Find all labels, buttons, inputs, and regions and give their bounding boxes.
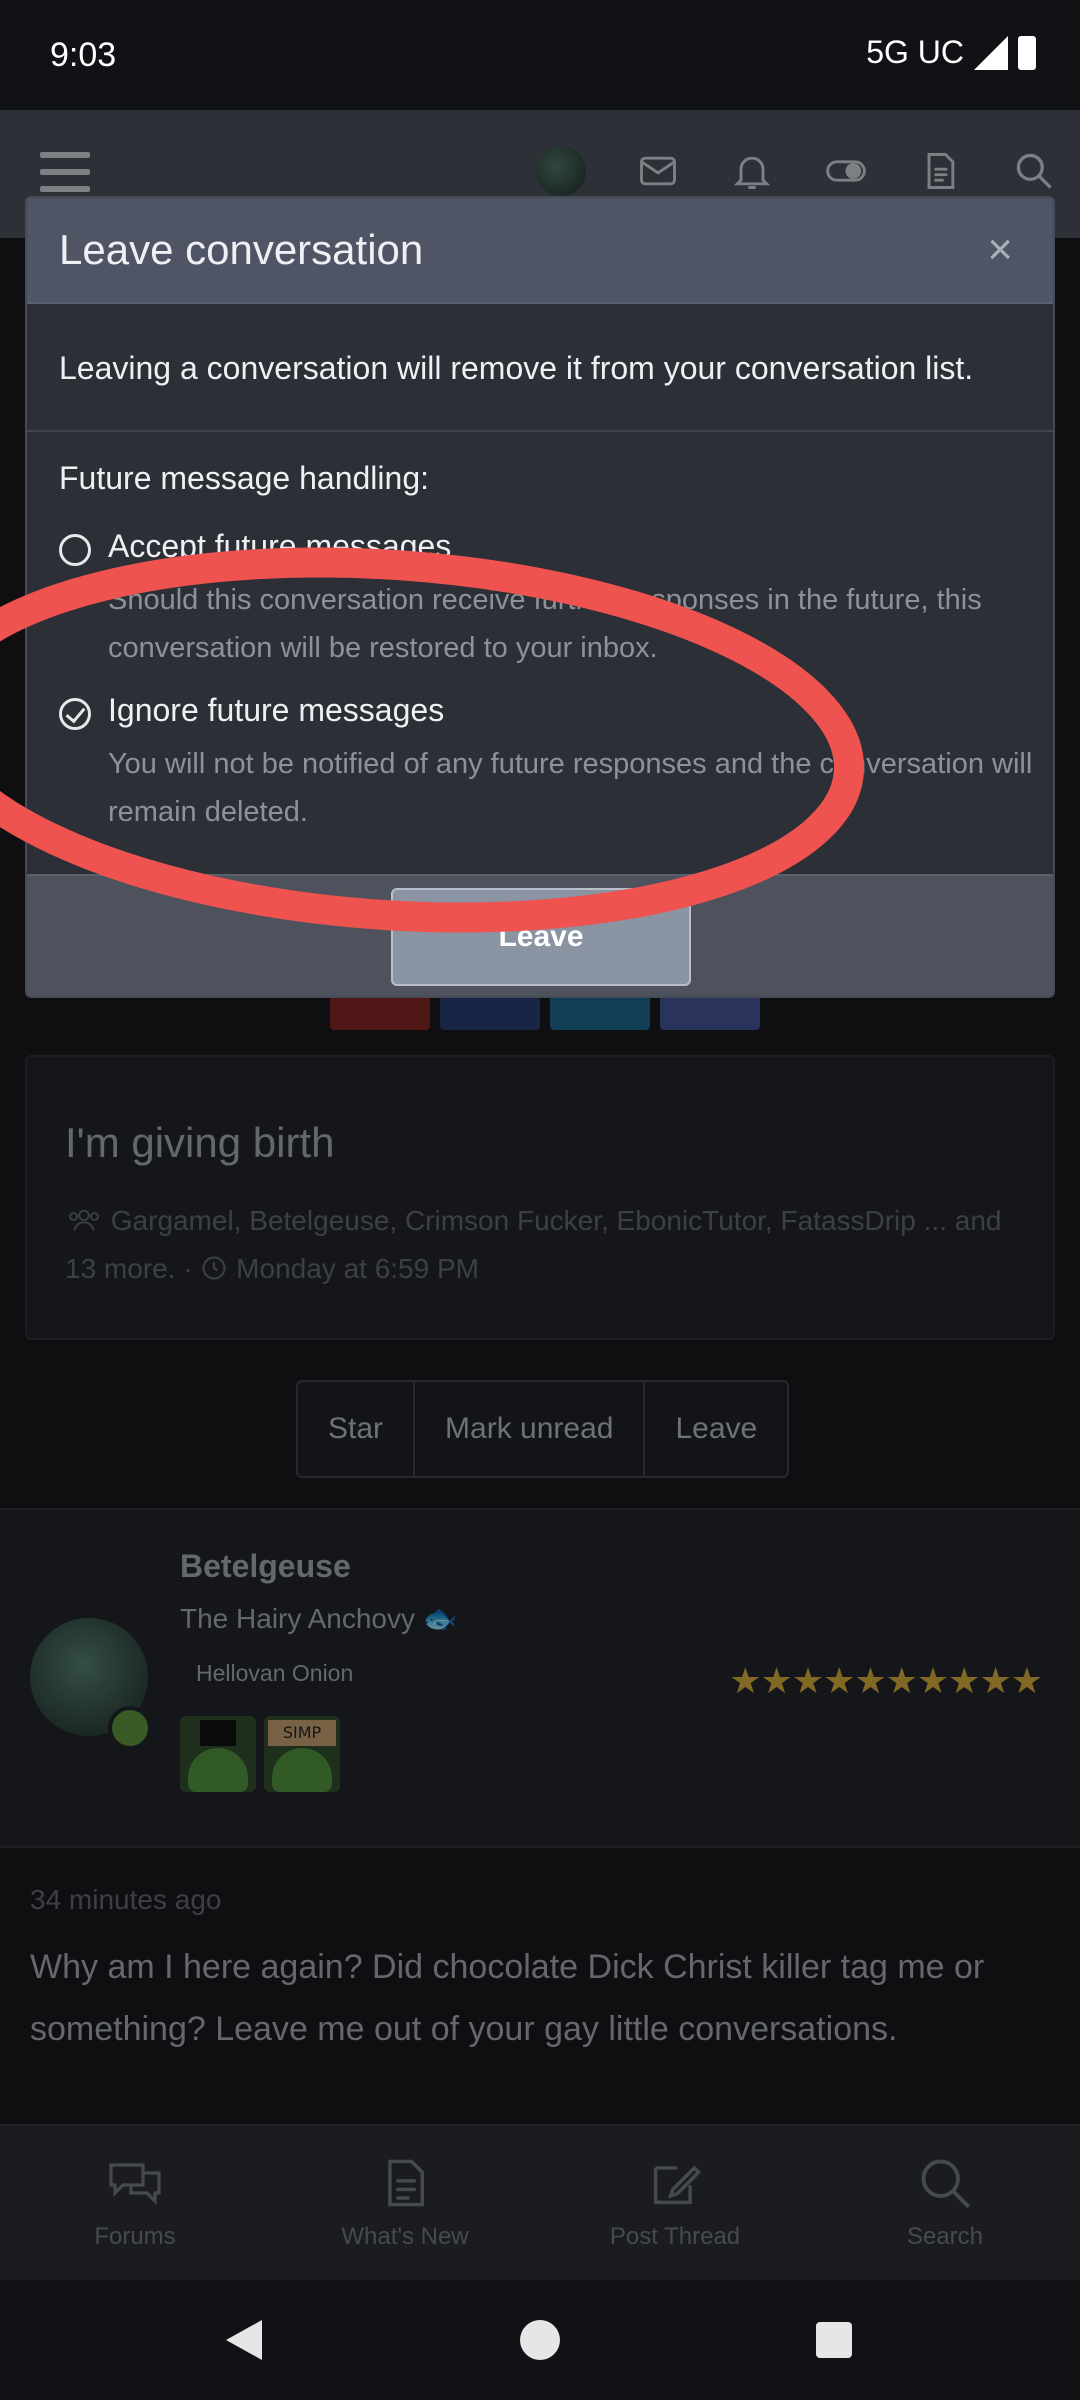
network-label: 5G UC xyxy=(866,34,964,70)
future-message-label: Future message handling: xyxy=(59,460,429,496)
system-navigation xyxy=(0,2280,1080,2400)
signal-icon xyxy=(974,35,1008,70)
dialog-header: Leave conversation × xyxy=(27,198,1053,304)
home-icon[interactable] xyxy=(520,2320,560,2360)
recents-icon[interactable] xyxy=(816,2322,852,2358)
leave-conversation-dialog: Leave conversation × Leaving a conversat… xyxy=(25,196,1055,998)
dialog-footer: Leave xyxy=(27,874,1053,996)
status-time: 9:03 xyxy=(50,36,117,74)
back-icon[interactable] xyxy=(226,2320,262,2360)
dialog-body: Future message handling: Accept future m… xyxy=(59,460,1033,828)
battery-icon xyxy=(1018,35,1036,70)
dialog-note: Leaving a conversation will remove it fr… xyxy=(27,304,1053,432)
radio-unchecked-icon[interactable] xyxy=(59,534,91,566)
status-bar: 9:03 5G UC xyxy=(0,0,1080,110)
close-icon[interactable]: × xyxy=(987,228,1013,272)
radio-checked-icon[interactable] xyxy=(59,698,91,730)
dialog-title: Leave conversation xyxy=(59,226,424,273)
leave-submit-button[interactable]: Leave xyxy=(391,888,691,986)
